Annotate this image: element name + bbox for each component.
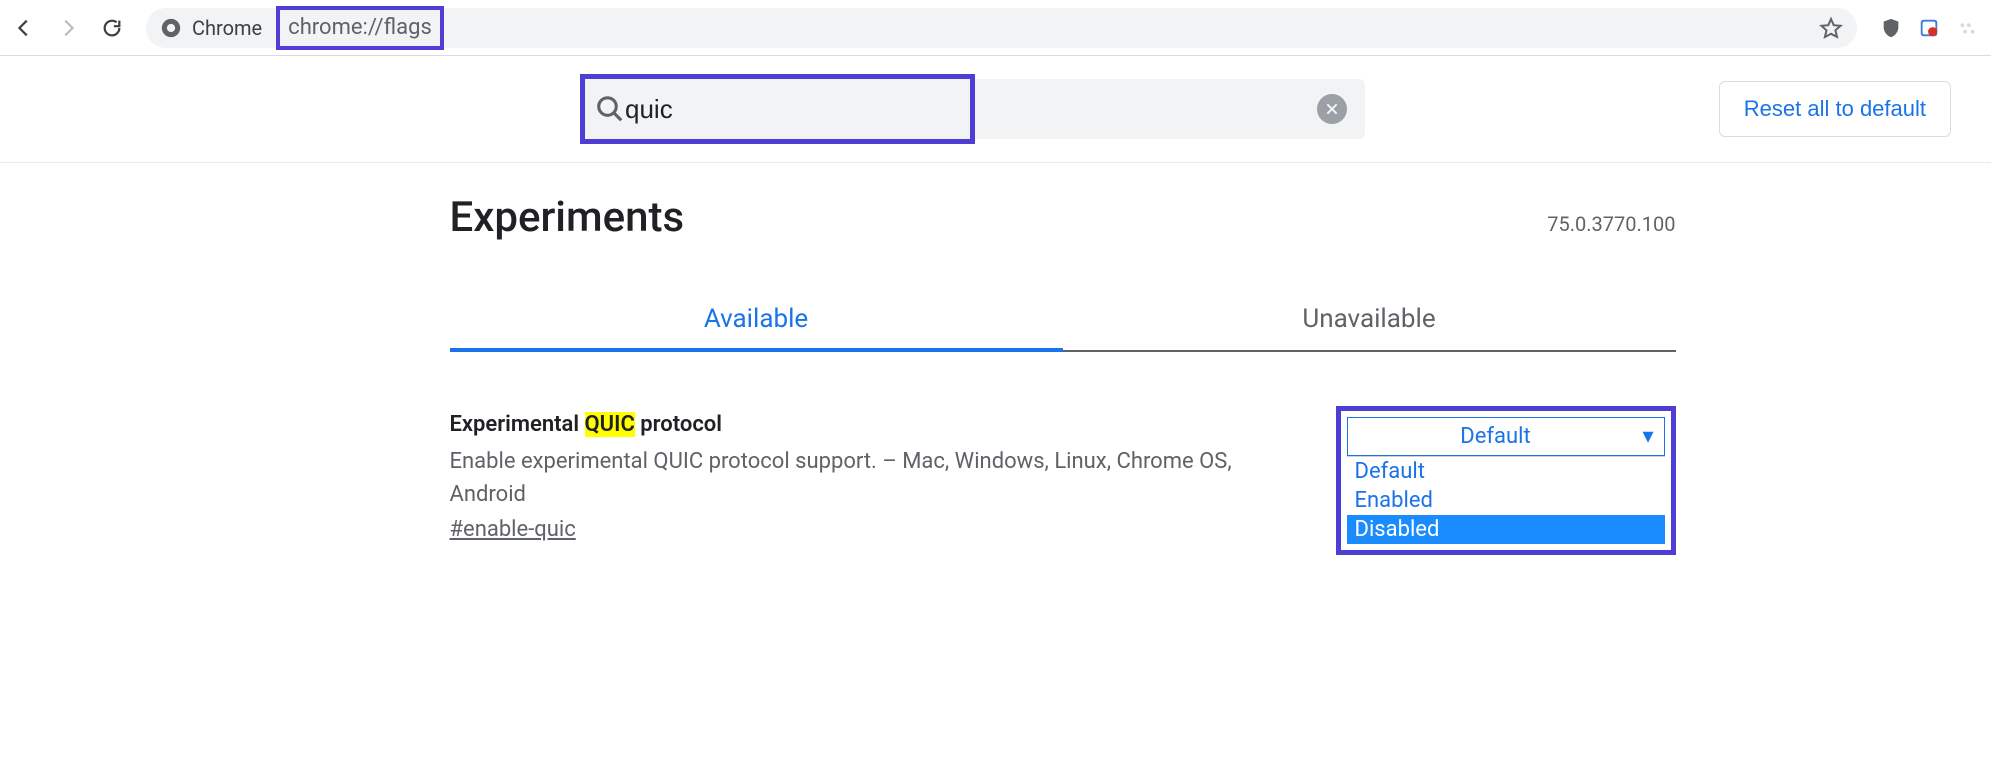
omnibox-url: chrome://flags [288, 15, 432, 40]
dropdown-option-disabled[interactable]: Disabled [1347, 515, 1665, 544]
flag-dropdown-select[interactable]: Default [1347, 417, 1665, 456]
tab-available[interactable]: Available [450, 290, 1063, 352]
forward-button[interactable] [56, 16, 80, 40]
flag-description: Enable experimental QUIC protocol suppor… [450, 445, 1296, 511]
nav-buttons [12, 16, 124, 40]
omnibox-site-label: Chrome [192, 16, 262, 40]
dropdown-option-enabled[interactable]: Enabled [1347, 486, 1665, 515]
reload-button[interactable] [100, 16, 124, 40]
flag-text-col: Experimental QUIC protocol Enable experi… [450, 412, 1296, 542]
clear-search-button[interactable] [1317, 94, 1347, 124]
flag-entry: Experimental QUIC protocol Enable experi… [450, 412, 1676, 555]
flag-title: Experimental QUIC protocol [450, 412, 1296, 437]
search-bar-extension[interactable] [975, 79, 1365, 139]
flags-page: Reset all to default Experiments 75.0.37… [0, 56, 1991, 555]
search-highlight-box [580, 74, 975, 144]
browser-toolbar: Chrome chrome://flags [0, 0, 1991, 56]
misc-extension-icon[interactable] [1955, 16, 1979, 40]
flag-dropdown-list: Default Enabled Disabled [1347, 456, 1665, 544]
omnibox-url-highlight: chrome://flags [276, 6, 444, 50]
content-area: Experiments 75.0.3770.100 Available Unav… [276, 163, 1716, 555]
shield-extension-icon[interactable] [1879, 16, 1903, 40]
flag-anchor-link[interactable]: #enable-quic [450, 517, 576, 542]
search-input[interactable] [625, 94, 960, 125]
version-label: 75.0.3770.100 [1547, 212, 1675, 236]
dropdown-option-default[interactable]: Default [1347, 457, 1665, 486]
search-icon [595, 94, 625, 124]
flag-title-post: protocol [635, 412, 722, 437]
chrome-page-icon [160, 17, 182, 39]
extension-icons [1879, 16, 1979, 40]
flag-title-pre: Experimental [450, 412, 585, 437]
back-button[interactable] [12, 16, 36, 40]
header-row: Experiments 75.0.3770.100 [316, 193, 1676, 242]
omnibox[interactable]: Chrome chrome://flags [146, 8, 1857, 48]
flag-dropdown-highlight: Default Default Enabled Disabled [1336, 406, 1676, 555]
page-title: Experiments [316, 193, 685, 242]
tabs: Available Unavailable [450, 290, 1676, 352]
bookmark-star-icon[interactable] [1819, 16, 1843, 40]
top-controls-row: Reset all to default [0, 74, 1991, 163]
reset-all-button[interactable]: Reset all to default [1719, 81, 1951, 137]
tab-unavailable[interactable]: Unavailable [1063, 290, 1676, 352]
flag-title-highlight: QUIC [585, 412, 635, 437]
ublock-extension-icon[interactable] [1917, 16, 1941, 40]
